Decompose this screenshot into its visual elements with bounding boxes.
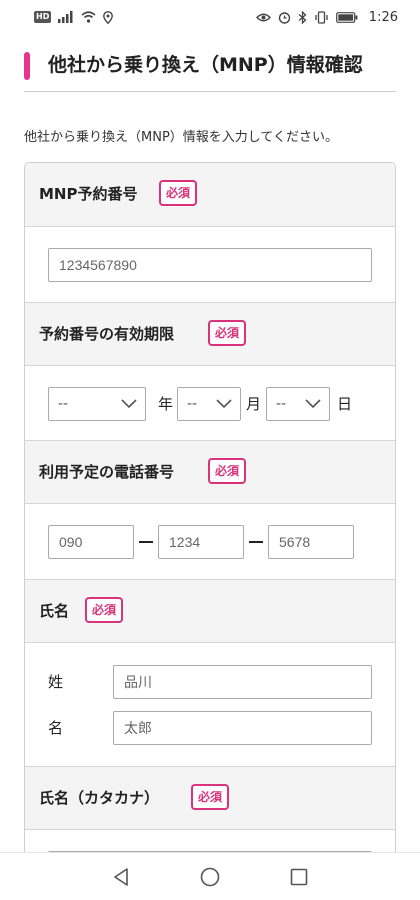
system-nav-bar [0, 852, 420, 900]
required-badge: 必須 [208, 320, 247, 346]
home-circle-icon [200, 867, 220, 887]
phone-part3-input[interactable]: 5678 [268, 525, 354, 559]
required-badge: 必須 [208, 458, 247, 484]
name-label: 氏名 [39, 602, 70, 620]
mnp-number-input[interactable]: 1234567890 [48, 248, 372, 282]
mnp-form: MNP予約番号 必須 1234567890 予約番号の有効期限 必須 -- 年 … [24, 162, 396, 862]
status-left: HD [34, 10, 114, 24]
expiry-year-value: -- [58, 396, 69, 412]
phone-part2-input[interactable]: 1234 [158, 525, 244, 559]
mnp-number-label: MNP予約番号 [39, 185, 138, 203]
clock-time: 1:26 [368, 9, 398, 25]
kana-label: 氏名（カタカナ） [39, 789, 160, 807]
year-unit: 年 [158, 395, 174, 413]
phone-dash [249, 541, 263, 543]
page-header: 他社から乗り換え（MNP）情報確認 [24, 46, 396, 92]
signal-icon [58, 11, 74, 23]
bluetooth-icon [298, 10, 307, 24]
required-badge: 必須 [191, 784, 230, 810]
required-badge: 必須 [159, 180, 198, 206]
phone-label: 利用予定の電話番号 [39, 463, 175, 481]
eye-icon [255, 12, 271, 23]
month-unit: 月 [246, 395, 262, 413]
section-header-kana: 氏名（カタカナ） 必須 [25, 766, 395, 830]
mei-label: 名 [48, 719, 64, 737]
phone-dash [139, 541, 153, 543]
status-bar: HD 1:26 [0, 0, 420, 34]
expiry-label: 予約番号の有効期限 [39, 325, 175, 343]
expiry-year-select[interactable]: -- [48, 387, 146, 421]
chevron-down-icon [216, 399, 232, 409]
home-button[interactable] [198, 865, 222, 889]
status-right: 1:26 [255, 9, 398, 25]
mei-input[interactable]: 太郎 [113, 711, 372, 745]
location-icon [103, 10, 114, 24]
alarm-icon [278, 11, 291, 24]
back-triangle-icon [114, 868, 128, 886]
recents-square-icon [290, 868, 308, 886]
expiry-month-value: -- [187, 396, 198, 412]
vibrate-icon [314, 10, 329, 24]
required-badge: 必須 [85, 597, 124, 623]
section-header-phone: 利用予定の電話番号 必須 [25, 440, 395, 504]
recents-button[interactable] [287, 865, 311, 889]
day-unit: 日 [337, 395, 353, 413]
section-header-mnp-number: MNP予約番号 必須 [25, 163, 395, 227]
chevron-down-icon [121, 399, 137, 409]
expiry-day-value: -- [276, 396, 287, 412]
chevron-down-icon [305, 399, 321, 409]
wifi-icon [81, 11, 96, 23]
section-header-expiry: 予約番号の有効期限 必須 [25, 302, 395, 366]
title-accent-bar [24, 52, 30, 80]
sei-input[interactable]: 品川 [113, 665, 372, 699]
phone-part1-input[interactable]: 090 [48, 525, 134, 559]
sei-label: 姓 [48, 673, 64, 691]
intro-text: 他社から乗り換え（MNP）情報を入力してください。 [24, 130, 339, 145]
expiry-month-select[interactable]: -- [177, 387, 241, 421]
battery-icon [335, 11, 358, 23]
hd-badge: HD [34, 11, 52, 23]
section-header-name: 氏名 必須 [25, 579, 395, 643]
expiry-day-select[interactable]: -- [266, 387, 330, 421]
back-button[interactable] [109, 865, 133, 889]
page-title: 他社から乗り換え（MNP）情報確認 [48, 54, 363, 76]
